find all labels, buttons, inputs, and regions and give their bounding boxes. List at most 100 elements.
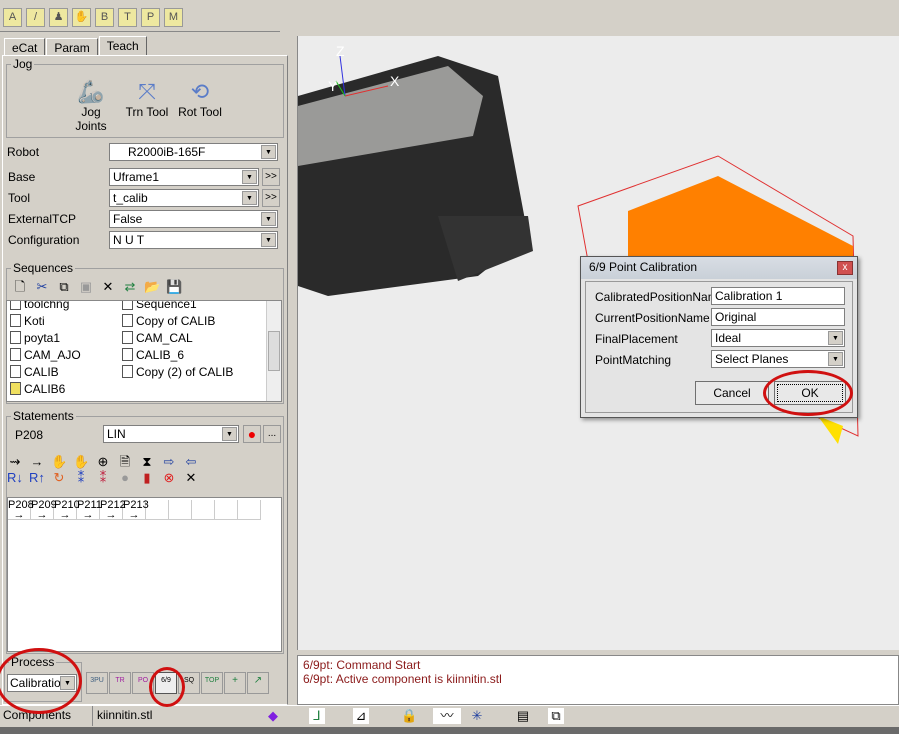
tool-more-button[interactable]: >>: [262, 189, 280, 207]
light-icon[interactable]: ✳: [469, 708, 485, 724]
list-item[interactable]: Copy of CALIB: [122, 314, 215, 328]
list-item[interactable]: Copy (2) of CALIB: [122, 365, 233, 379]
configuration-select[interactable]: N U T ▼: [109, 231, 278, 249]
frames-icon[interactable]: ⊿: [353, 708, 369, 724]
tab-ecat[interactable]: eCat: [4, 38, 46, 56]
properties-icon[interactable]: ▤: [515, 708, 531, 724]
external-tcp-select[interactable]: False ▼: [109, 210, 278, 228]
comment-icon[interactable]: 🗎: [117, 454, 133, 470]
delete-icon[interactable]: ✕: [100, 279, 116, 295]
tab-teach[interactable]: Teach: [98, 36, 147, 56]
close-icon[interactable]: ✕: [183, 470, 199, 486]
statement-cell[interactable]: P209 →: [31, 500, 57, 521]
chevron-down-icon[interactable]: ▼: [261, 145, 276, 159]
chevron-down-icon[interactable]: ▼: [242, 170, 257, 184]
t-icon[interactable]: T: [118, 8, 137, 27]
trn-tool-button[interactable]: ⤧ Trn Tool: [122, 79, 172, 119]
point-matching-select[interactable]: Select Planes ▼: [711, 350, 845, 368]
top-button[interactable]: TOP: [201, 672, 223, 694]
list-item[interactable]: CAM_CAL: [122, 331, 193, 345]
chart-icon[interactable]: ▮: [139, 470, 155, 486]
3pu-button[interactable]: 3PU: [86, 672, 108, 694]
move-frame-button[interactable]: ↗: [247, 672, 269, 694]
sequences-toolbar: 🗋 ✂ ⧉ ▣ ✕ ⇄ 📂 💾: [9, 279, 185, 295]
refresh-icon[interactable]: ↻: [51, 470, 67, 486]
chevron-down-icon[interactable]: ▼: [828, 352, 843, 366]
list-item[interactable]: poyta1: [10, 331, 60, 345]
tool-select[interactable]: t_calib ▼: [109, 189, 259, 207]
ptp-icon[interactable]: ⇝: [7, 454, 23, 470]
curve-icon[interactable]: 〰: [433, 708, 461, 724]
paste-icon[interactable]: ▣: [78, 279, 94, 295]
new-icon[interactable]: 🗋: [12, 279, 28, 295]
base-value: Uframe1: [113, 170, 160, 184]
restore-icon[interactable]: R↑: [29, 470, 45, 486]
chevron-down-icon[interactable]: ▼: [242, 191, 257, 205]
axis-icon[interactable]: ⅃: [309, 708, 325, 724]
save-icon[interactable]: 💾: [166, 279, 182, 295]
more-button[interactable]: ...: [263, 425, 281, 443]
cancel-button[interactable]: Cancel: [695, 381, 769, 405]
base-more-button[interactable]: >>: [262, 168, 280, 186]
swap-icon[interactable]: ⇄: [122, 279, 138, 295]
list-item[interactable]: CALIB6: [10, 382, 65, 396]
b-icon[interactable]: B: [95, 8, 114, 27]
copy-icon[interactable]: ⧉: [56, 279, 72, 295]
diamond-icon[interactable]: ◆: [265, 708, 281, 724]
m-icon[interactable]: M: [164, 8, 183, 27]
rot-tool-button[interactable]: ⟲ Rot Tool: [175, 79, 225, 119]
tool-frame-icon[interactable]: ⁑: [95, 470, 111, 486]
final-placement-select[interactable]: Ideal ▼: [711, 329, 845, 347]
hand-icon[interactable]: ✋: [72, 8, 91, 27]
list-item[interactable]: CALIB_6: [122, 348, 184, 362]
p-icon[interactable]: P: [141, 8, 160, 27]
list-item[interactable]: toolchng: [10, 301, 69, 311]
chevron-down-icon[interactable]: ▼: [261, 233, 276, 247]
base-select[interactable]: Uframe1 ▼: [109, 168, 259, 186]
chevron-down-icon[interactable]: ▼: [222, 427, 237, 441]
jog-joints-button[interactable]: 🦾 Jog Joints: [65, 79, 117, 133]
chevron-down-icon[interactable]: ▼: [261, 212, 276, 226]
statement-cell[interactable]: P208 →: [8, 500, 34, 521]
close-icon[interactable]: x: [837, 261, 853, 275]
list-item[interactable]: Koti: [10, 314, 45, 328]
chevron-down-icon[interactable]: ▼: [828, 331, 843, 345]
record-icon[interactable]: ●: [243, 425, 261, 443]
list-item[interactable]: Sequence1: [122, 301, 197, 311]
list-item[interactable]: CALIB: [10, 365, 59, 379]
release-icon[interactable]: ✋: [73, 454, 89, 470]
input-icon[interactable]: ⇦: [183, 454, 199, 470]
scrollbar[interactable]: [266, 301, 281, 401]
robot-arm-icon: 🦾: [77, 79, 105, 104]
cut-icon[interactable]: ✂: [34, 279, 50, 295]
lock-frame-icon[interactable]: 🔒: [401, 708, 417, 724]
log-output: 6/9pt: Command Start 6/9pt: Active compo…: [297, 655, 899, 705]
users-icon[interactable]: ♟: [49, 8, 68, 27]
lin-icon[interactable]: →: [29, 454, 45, 470]
statement-cell[interactable]: P211 →: [77, 500, 102, 521]
statement-cell[interactable]: P212 →: [100, 500, 126, 521]
stop-icon[interactable]: ⊗: [161, 470, 177, 486]
base-frame-icon[interactable]: ⁑: [73, 470, 89, 486]
delay-icon[interactable]: ⧗: [139, 454, 155, 470]
list-item[interactable]: CAM_AJO: [10, 348, 81, 362]
call-icon[interactable]: ⊕: [95, 454, 111, 470]
statement-cell[interactable]: P213 →: [123, 500, 149, 521]
output-icon[interactable]: ⇨: [161, 454, 177, 470]
statement-cell[interactable]: P210 →: [54, 500, 80, 521]
grip-icon[interactable]: ✋: [51, 454, 67, 470]
robot-select[interactable]: R2000iB-165F ▼: [109, 143, 278, 161]
group-icon[interactable]: ●: [117, 470, 133, 486]
open-folder-icon[interactable]: 📂: [144, 279, 160, 295]
document-icon: [122, 331, 133, 344]
add-frame-button[interactable]: +: [224, 672, 246, 694]
tr-button[interactable]: TR: [109, 672, 131, 694]
components-icon[interactable]: ⧉: [548, 708, 564, 724]
remove-icon[interactable]: R↓: [7, 470, 23, 486]
pencil-icon[interactable]: /: [26, 8, 45, 27]
current-position-input[interactable]: Original: [711, 308, 845, 326]
motion-select[interactable]: LIN ▼: [103, 425, 239, 443]
a-icon[interactable]: A: [3, 8, 22, 27]
calibrated-position-input[interactable]: Calibration 1: [711, 287, 845, 305]
tab-param[interactable]: Param: [46, 38, 98, 56]
